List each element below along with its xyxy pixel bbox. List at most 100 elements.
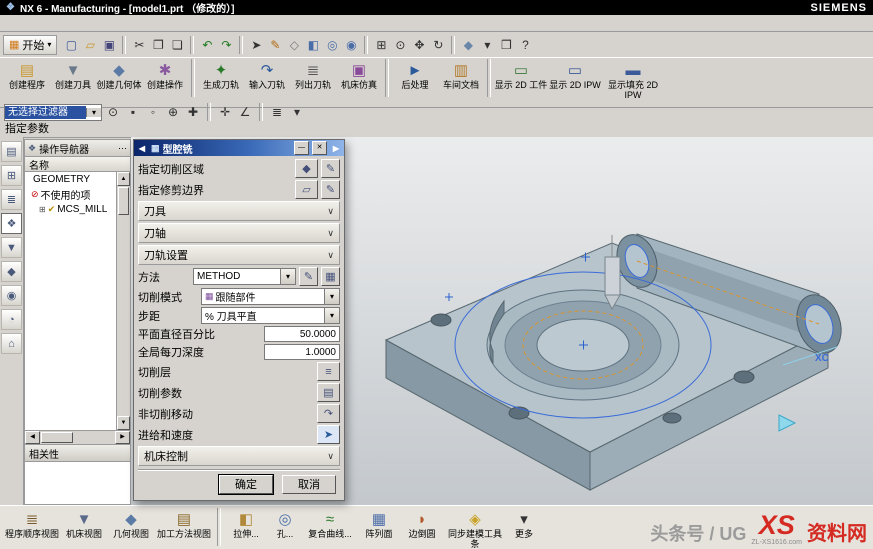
unite-icon[interactable]: ◉ [342,36,360,54]
navigator-horizontal-scrollbar[interactable]: ◀ ▶ [25,430,130,444]
extrude-icon[interactable]: ◧ [304,36,322,54]
web-browser-tab[interactable]: ◉ [1,285,22,306]
replay-toolpath-button[interactable]: ↷ 输入刀轨 [244,59,290,90]
composite-curve-button[interactable]: ≈ 复合曲线... [303,508,357,539]
scroll-right-icon[interactable]: ▶ [115,431,130,444]
generate-toolpath-button[interactable]: ✦ 生成刀轨 [198,59,244,90]
path-settings-section-header[interactable]: 刀轨设置 ∨ [138,245,340,265]
start-menu-button[interactable]: ▦ 开始 ▾ [3,35,57,55]
hole-button[interactable]: ◎ 孔... [268,508,302,539]
dialog-close-button[interactable]: ✕ [312,141,327,155]
cut-pattern-combo[interactable]: ▦ 跟随部件 ▾ [201,288,340,305]
simulate-machine-button[interactable]: ▣ 机床仿真 [336,59,382,90]
show-filled-2d-ipw-button[interactable]: ▬ 显示填充 2D IPW [602,59,664,100]
scroll-left-icon[interactable]: ◀ [25,431,40,444]
tree-item-mcs-mill[interactable]: ⊞ ✔ MCS_MILL [25,202,116,217]
show-2d-workpiece-button[interactable]: ▭ 显示 2D 工件 [494,59,548,90]
pattern-face-button[interactable]: ▦ 阵列面 [358,508,400,539]
geometry-view-button[interactable]: ◆ 几何视图 [108,508,154,539]
flat-percent-field[interactable]: 50.0000 [264,326,340,342]
machine-tool-view-button[interactable]: ▼ 机床视图 [61,508,107,539]
scrollbar-track[interactable] [117,216,130,416]
history-tab[interactable]: ◔ [1,309,22,330]
zoom-icon[interactable]: ⊙ [391,36,409,54]
cutting-parameters-button[interactable]: ▤ [317,383,340,402]
postprocess-button[interactable]: ► 后处理 [392,59,438,90]
method-combo[interactable]: METHOD ▾ [193,268,296,285]
show-2d-ipw-button[interactable]: ▭ 显示 2D IPW [548,59,602,90]
edit-method-button[interactable]: ✎ [299,267,318,286]
scrollbar-track[interactable] [74,431,115,444]
tree-item-unused[interactable]: ⊘ 不使用的项 [25,187,116,202]
dialog-minimize-button[interactable]: — [294,141,309,155]
paste-icon[interactable]: ❏ [168,36,186,54]
create-geometry-button[interactable]: ◆ 创建几何体 [96,59,142,90]
measure-icon[interactable]: ∠ [236,103,254,121]
machining-method-view-button[interactable]: ▤ 加工方法视图 [155,508,213,539]
selection-filter-combo[interactable]: 无选择过滤器 ▾ [4,104,102,121]
create-tool-button[interactable]: ▼ 创建刀具 [50,59,96,90]
program-order-view-button[interactable]: ≣ 程序顺序视图 [4,508,60,539]
depth-per-cut-field[interactable]: 1.0000 [264,344,340,360]
shop-doc-button[interactable]: ▥ 车间文档 [438,59,484,90]
reuse-library-tab[interactable]: ◆ [1,261,22,282]
snap-mid-icon[interactable]: ◦ [144,103,162,121]
constraint-navigator-tab[interactable]: ⊞ [1,165,22,186]
snap-center-icon[interactable]: ⊕ [164,103,182,121]
navigator-menu-icon[interactable]: ⋯ [118,143,127,154]
undo-icon[interactable]: ↶ [198,36,216,54]
machine-control-section-header[interactable]: 机床控制 ∨ [138,446,340,466]
tool-axis-section-header[interactable]: 刀轴 ∨ [138,223,340,243]
edit-trim-boundary-button[interactable]: ✎ [321,180,340,199]
extrude-button[interactable]: ◧ 拉伸... [225,508,267,539]
cancel-button[interactable]: 取消 [282,475,336,494]
view-menu-icon[interactable]: ▾ [288,103,306,121]
wcs-icon[interactable]: ✛ [216,103,234,121]
shaded-view-icon[interactable]: ◆ [459,36,477,54]
window-icon[interactable]: ❒ [497,36,515,54]
dependencies-header[interactable]: 相关性 [25,444,130,462]
cut-icon[interactable]: ✂ [130,36,148,54]
expander-icon[interactable]: ⊞ [39,205,46,214]
dialog-back-icon[interactable]: ◀ [136,144,148,153]
list-toolpath-button[interactable]: ≣ 列出刀轨 [290,59,336,90]
snap-end-icon[interactable]: ▪ [124,103,142,121]
open-icon[interactable]: ▱ [81,36,99,54]
dialog-forward-icon[interactable]: ▶ [330,144,342,153]
stepover-combo[interactable]: % 刀具平直 ▾ [201,307,340,324]
part-navigator-tab[interactable]: ≣ [1,189,22,210]
tree-item-geometry[interactable]: GEOMETRY [25,172,116,187]
rotate-icon[interactable]: ↻ [429,36,447,54]
create-program-button[interactable]: ▤ 创建程序 [4,59,50,90]
save-icon[interactable]: ▣ [100,36,118,54]
machine-tool-navigator-tab[interactable]: ▼ [1,237,22,258]
more-button[interactable]: ▾ 更多 [507,508,541,539]
edge-blend-button[interactable]: ◗ 边倒圆 [401,508,443,539]
selection-arrow-icon[interactable]: ➤ [247,36,265,54]
create-operation-button[interactable]: ✱ 创建操作 [142,59,188,90]
ok-button[interactable]: 确定 [219,475,273,494]
synchronous-modeling-toolbar-button[interactable]: ◈ 同步建模工具条 [444,508,506,549]
feeds-speeds-button[interactable]: ➤ [317,425,340,444]
new-file-icon[interactable]: ▢ [62,36,80,54]
non-cutting-moves-button[interactable]: ↷ [317,404,340,423]
navigator-column-header[interactable]: 名称 [25,157,130,172]
operation-navigator-tab[interactable]: ❖ [1,213,22,234]
tool-section-header[interactable]: 刀具 ∨ [138,201,340,221]
scrollbar-thumb[interactable] [118,187,129,215]
scroll-up-icon[interactable]: ▲ [117,172,130,186]
pan-icon[interactable]: ✥ [410,36,428,54]
select-trim-boundary-button[interactable]: ▱ [295,180,318,199]
scrollbar-thumb[interactable] [41,432,73,443]
layer-settings-icon[interactable]: ≣ [268,103,286,121]
new-method-button[interactable]: ▦ [321,267,340,286]
help-icon[interactable]: ? [516,36,534,54]
roles-tab[interactable]: ⌂ [1,333,22,354]
dialog-title-bar[interactable]: ◀ ▦ 型腔铣 — ✕ ▶ [134,140,344,156]
copy-icon[interactable]: ❐ [149,36,167,54]
edit-cut-area-button[interactable]: ✎ [321,159,340,178]
assembly-navigator-tab[interactable]: ▤ [1,141,22,162]
view-style-icon[interactable]: ▾ [478,36,496,54]
datum-plane-icon[interactable]: ◇ [285,36,303,54]
select-cut-area-button[interactable]: ◆ [295,159,318,178]
